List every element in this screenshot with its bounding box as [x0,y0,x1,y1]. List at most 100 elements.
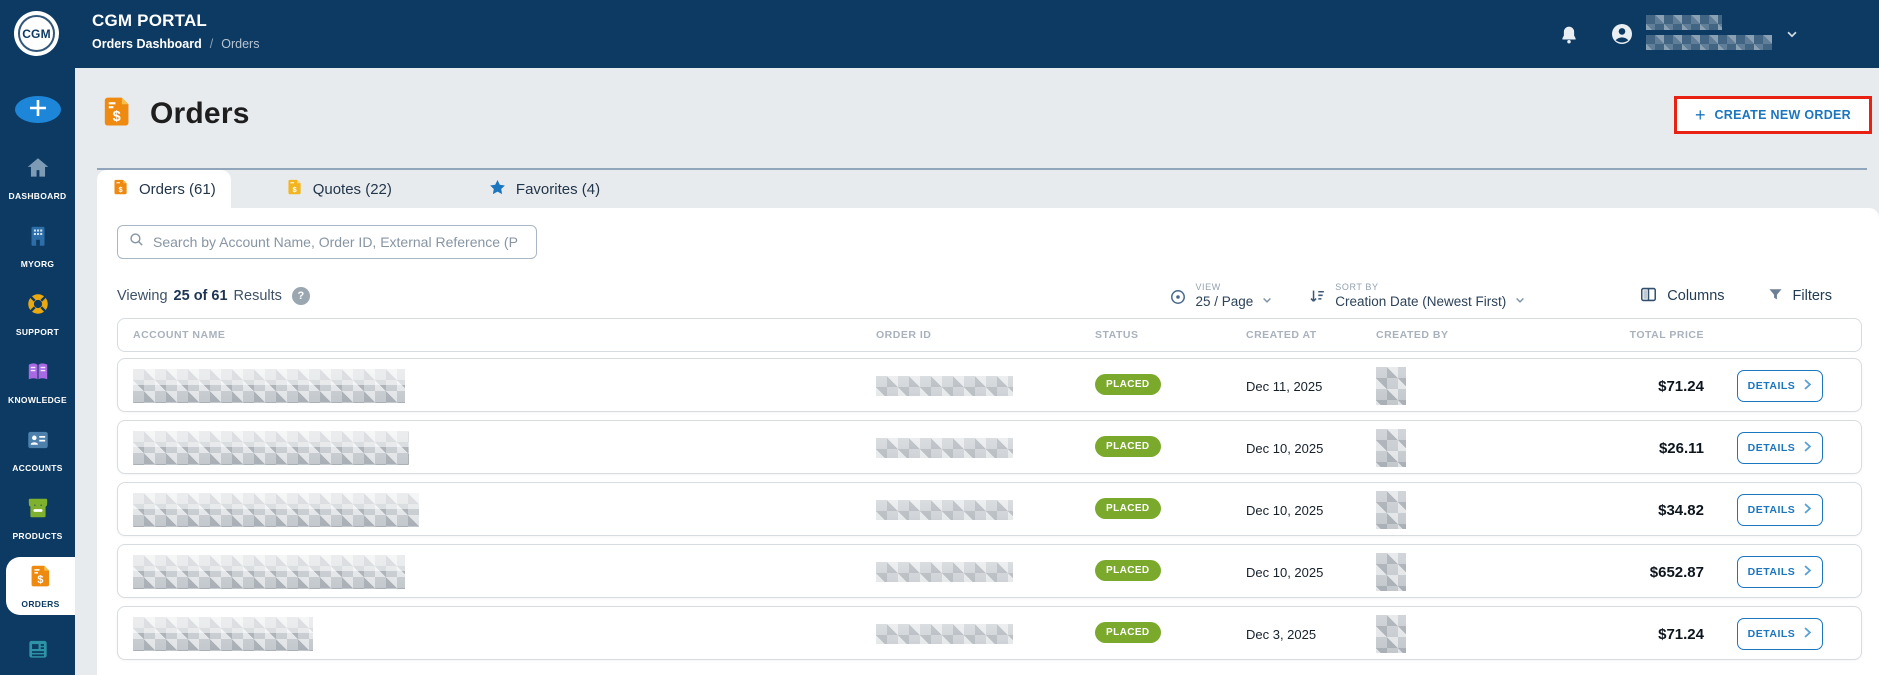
table-row: PLACED Dec 10, 2025 $652.87 DETAILS [117,544,1862,598]
sort-icon [1308,287,1327,311]
lifebuoy-icon [25,291,51,322]
created-at-value: Dec 11, 2025 [1246,379,1322,394]
details-button[interactable]: DETAILS [1737,370,1823,402]
viewing-prefix: Viewing [117,288,168,304]
results-summary: Viewing 25 of 61 Results ? [117,287,310,305]
breadcrumb: Orders Dashboard / Orders [92,37,259,51]
invoice-icon: $ [28,563,54,594]
view-value: 25 / Page [1195,294,1253,309]
tab-bar: $ Orders (61) $ Quotes (22) Favorites (4… [97,170,615,208]
help-icon[interactable]: ? [292,287,310,305]
table-row: PLACED Dec 10, 2025 $26.11 DETAILS [117,420,1862,474]
chevron-down-icon [1260,294,1274,309]
chevron-right-icon [1803,626,1812,642]
breadcrumb-separator: / [210,37,213,51]
tab-orders[interactable]: $ Orders (61) [97,170,231,208]
user-avatar-icon [1610,22,1634,49]
plus-icon: + [1695,106,1706,124]
search-box [117,225,537,259]
view-label: VIEW [1195,282,1274,292]
filter-funnel-icon [1767,286,1784,307]
sidebar-item-myorg[interactable]: MYORG [0,217,75,275]
search-input[interactable] [153,234,526,250]
cgm-logo: CGM [14,11,59,56]
notifications-button[interactable] [1558,23,1580,50]
redacted-text-block [1646,15,1722,30]
details-button[interactable]: DETAILS [1737,618,1823,650]
home-icon [25,155,51,186]
viewing-suffix: Results [234,288,282,304]
page-title: Orders [150,97,250,131]
order-id-redacted [876,624,1013,644]
star-icon [488,178,507,201]
filters-button[interactable]: Filters [1767,286,1832,307]
sidebar-item-label: KNOWLEDGE [8,395,67,405]
eye-icon [1169,288,1187,311]
logo-text: CGM [22,27,51,41]
status-badge: PLACED [1095,498,1161,519]
columns-button[interactable]: Columns [1639,285,1724,308]
order-id-redacted [876,438,1013,458]
sidebar-item-label: ACCOUNTS [12,463,63,473]
total-price-value: $652.87 [1650,564,1704,581]
sidebar-item-label: MYORG [21,259,55,269]
chevron-right-icon [1803,440,1812,456]
chevron-down-icon[interactable] [1784,27,1800,46]
top-header: CGM CGM PORTAL Orders Dashboard / Orders [0,0,1879,68]
filters-label: Filters [1793,288,1832,304]
order-id-redacted [876,562,1013,582]
sidebar-create-button[interactable] [15,96,61,123]
created-by-redacted [1376,429,1406,467]
column-header-status: STATUS [1095,329,1138,341]
details-button[interactable]: DETAILS [1737,494,1823,526]
sort-by-dropdown[interactable]: SORT BY Creation Date (Newest First) [1308,282,1527,311]
sidebar-item-dashboard[interactable]: DASHBOARD [0,149,75,207]
chevron-right-icon [1803,564,1812,580]
details-button[interactable]: DETAILS [1737,432,1823,464]
details-label: DETAILS [1748,380,1796,392]
redacted-text-block [1646,35,1772,50]
sidebar-nav: DASHBOARD MYORG SUPPORT KNOWLEDGE ACCOUN… [0,68,75,675]
columns-label: Columns [1667,288,1724,304]
tab-quotes-label: Quotes (22) [313,181,392,198]
status-badge: PLACED [1095,560,1161,581]
created-by-redacted [1376,367,1406,405]
tab-quotes[interactable]: $ Quotes (22) [271,170,407,208]
table-row: PLACED Dec 10, 2025 $34.82 DETAILS [117,482,1862,536]
order-id-redacted [876,376,1013,396]
app-title: CGM PORTAL [92,11,259,31]
sidebar-item-label: ORDERS [21,599,59,609]
account-name-redacted [133,369,405,403]
user-name-redacted [1646,15,1772,50]
sidebar-item-accounts[interactable]: ACCOUNTS [0,421,75,479]
columns-icon [1639,285,1658,308]
svg-text:$: $ [37,574,43,586]
sidebar-item-news[interactable] [0,625,75,675]
breadcrumb-current: Orders [221,37,259,51]
created-at-value: Dec 10, 2025 [1246,565,1323,580]
newspaper-icon [25,636,51,667]
column-header-order-id: ORDER ID [876,329,931,341]
sidebar-item-label: DASHBOARD [9,191,67,201]
chevron-down-icon [1513,294,1527,309]
details-button[interactable]: DETAILS [1737,556,1823,588]
sidebar-item-label: SUPPORT [16,327,59,337]
breadcrumb-parent[interactable]: Orders Dashboard [92,37,202,51]
sidebar-item-orders[interactable]: $ ORDERS [6,557,75,615]
sidebar-item-support[interactable]: SUPPORT [0,285,75,343]
sidebar-item-knowledge[interactable]: KNOWLEDGE [0,353,75,411]
orders-tab-panel: Viewing 25 of 61 Results ? VIEW 25 / Pag… [97,208,1879,675]
account-name-redacted [133,555,405,589]
table-row: PLACED Dec 3, 2025 $71.24 DETAILS [117,606,1862,660]
sidebar-item-products[interactable]: PRODUCTS [0,489,75,547]
sidebar-item-label: PRODUCTS [12,531,62,541]
tab-favorites[interactable]: Favorites (4) [473,170,615,208]
total-price-value: $71.24 [1658,378,1704,395]
column-header-created-at: CREATED AT [1246,329,1317,341]
user-menu-button[interactable] [1610,22,1634,49]
view-per-page-dropdown[interactable]: VIEW 25 / Page [1169,282,1274,311]
status-badge: PLACED [1095,436,1161,457]
create-new-order-button[interactable]: + CREATE NEW ORDER [1677,99,1869,131]
create-new-order-label: CREATE NEW ORDER [1714,108,1851,122]
total-price-value: $26.11 [1659,440,1704,457]
